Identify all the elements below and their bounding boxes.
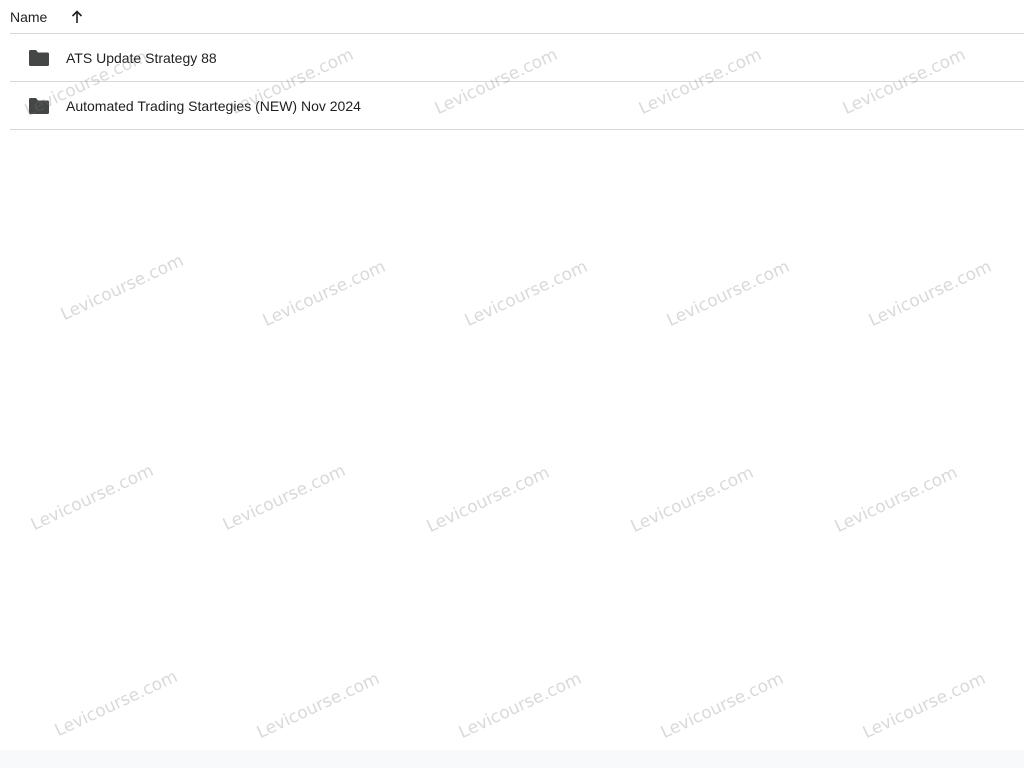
list-header: Name — [10, 0, 1024, 34]
sort-by-name-button[interactable]: Name — [10, 2, 85, 32]
sort-label: Name — [10, 9, 48, 25]
file-browser-page: Name ATS Update Strategy 88 Automated Tr… — [0, 0, 1024, 768]
folder-row[interactable]: ATS Update Strategy 88 — [10, 34, 1024, 82]
watermark: Levicourse.com — [259, 256, 389, 332]
watermark: Levicourse.com — [27, 460, 157, 536]
folder-name: Automated Trading Startegies (NEW) Nov 2… — [66, 97, 361, 114]
folder-row[interactable]: Automated Trading Startegies (NEW) Nov 2… — [10, 82, 1024, 130]
footer-strip — [0, 750, 1024, 768]
watermark: Levicourse.com — [859, 668, 989, 744]
watermark: Levicourse.com — [663, 256, 793, 332]
watermark: Levicourse.com — [423, 462, 553, 538]
watermark: Levicourse.com — [831, 462, 961, 538]
file-list: Name ATS Update Strategy 88 Automated Tr… — [10, 0, 1024, 130]
watermark: Levicourse.com — [219, 460, 349, 536]
folder-icon — [28, 97, 50, 115]
folder-name: ATS Update Strategy 88 — [66, 49, 217, 66]
folder-icon — [28, 49, 50, 67]
watermark: Levicourse.com — [57, 250, 187, 326]
watermark: Levicourse.com — [865, 256, 995, 332]
watermark: Levicourse.com — [627, 462, 757, 538]
watermark: Levicourse.com — [657, 668, 787, 744]
watermark: Levicourse.com — [51, 666, 181, 742]
watermark: Levicourse.com — [455, 668, 585, 744]
arrow-up-icon — [69, 9, 85, 25]
watermark: Levicourse.com — [253, 668, 383, 744]
watermark: Levicourse.com — [461, 256, 591, 332]
